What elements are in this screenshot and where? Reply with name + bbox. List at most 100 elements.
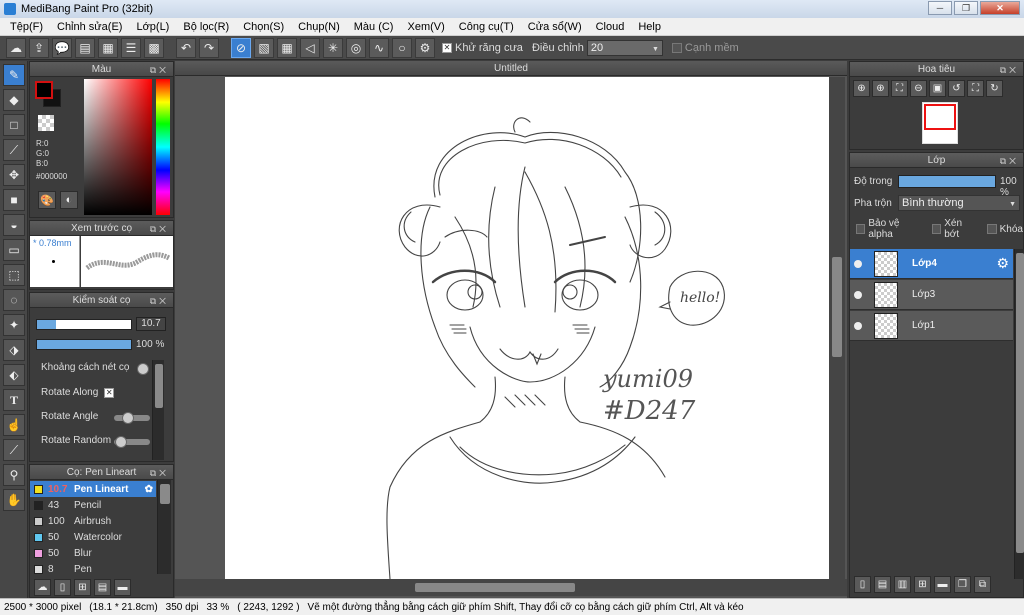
new-8bit-layer-icon[interactable]: ▥ — [894, 576, 911, 593]
panel-popout-icon[interactable]: ⧉✕ — [150, 63, 169, 78]
document-tab[interactable]: Untitled — [175, 61, 847, 76]
radial-snap-icon[interactable]: ✳ — [323, 37, 343, 58]
close-button[interactable]: ✕ — [980, 1, 1020, 15]
select-tool-icon[interactable]: ⬚ — [3, 264, 25, 286]
new-layer-icon[interactable]: ▯ — [854, 576, 871, 593]
brush-size-slider[interactable] — [36, 319, 132, 330]
panel-popout-icon[interactable]: ⧉✕ — [150, 222, 169, 237]
protect-alpha-option[interactable]: Bảo vệ alpha — [856, 218, 922, 240]
drawing-canvas[interactable]: hello! yumi09 #D247 — [225, 77, 829, 580]
menu-window[interactable]: Cửa sổ(W) — [521, 21, 589, 33]
clip-checkbox[interactable] — [931, 224, 942, 234]
hue-slider[interactable] — [156, 79, 170, 215]
comment-icon[interactable]: 💬 — [52, 37, 72, 58]
menu-select[interactable]: Chọn(S) — [236, 21, 291, 33]
layer-row[interactable]: Lớp3 — [850, 280, 1013, 310]
brush-item[interactable]: 8 Pen — [30, 561, 156, 577]
eraser-tool-icon[interactable]: ◆ — [3, 89, 25, 111]
hand-tool-icon[interactable]: ✋ — [3, 489, 25, 511]
layer-row[interactable]: Lớp1 — [850, 311, 1013, 341]
canvas-vscroll-thumb[interactable] — [832, 257, 842, 357]
menu-layer[interactable]: Lớp(L) — [129, 21, 176, 33]
panel-popout-icon[interactable]: ⧉✕ — [150, 294, 169, 309]
palette-icon[interactable]: 🎨 — [38, 191, 56, 209]
redo-icon[interactable]: ↷ — [199, 37, 219, 58]
menu-edit[interactable]: Chỉnh sửa(E) — [50, 21, 129, 33]
parallel-snap-icon[interactable]: ▧ — [254, 37, 274, 58]
spacing-knob[interactable] — [137, 363, 149, 375]
layer-panel-icon[interactable]: ▦ — [98, 37, 118, 58]
add-brush-icon[interactable]: ⊞ — [74, 578, 91, 596]
canvas-horizontal-scrollbar[interactable] — [175, 579, 847, 596]
rotate-angle-knob[interactable] — [122, 412, 134, 424]
curve-snap-icon[interactable]: ∿ — [369, 37, 389, 58]
layer-visibility-icon[interactable] — [854, 290, 862, 299]
bucket-tool-icon[interactable]: ◒ — [3, 214, 25, 236]
adjust-select[interactable]: 20 — [586, 39, 663, 57]
brush-item[interactable]: 43 Pencil — [30, 497, 156, 513]
page-list-icon[interactable]: ☰ — [121, 37, 141, 58]
eyedropper-tool-icon[interactable]: ⚲ — [3, 464, 25, 486]
comic-icon[interactable]: ▤ — [75, 37, 95, 58]
gradient-tool-icon[interactable]: ▭ — [3, 239, 25, 261]
actual-size-icon[interactable]: ▣ — [929, 80, 946, 97]
operation-tool-icon[interactable]: ☝ — [3, 414, 25, 436]
antialias-option[interactable]: ✕ Khử răng cưa — [442, 42, 523, 54]
menu-snap[interactable]: Chụp(N) — [291, 21, 347, 33]
concentric-snap-icon[interactable]: ◎ — [346, 37, 366, 58]
menu-help[interactable]: Help — [631, 21, 668, 33]
menu-view[interactable]: Xem(V) — [400, 21, 451, 33]
layer-list-scrollbar[interactable] — [1014, 249, 1024, 579]
brush-cloud-icon[interactable]: ☁ — [34, 578, 51, 596]
layer-settings-icon[interactable]: ⚙ — [996, 255, 1009, 272]
brush-item[interactable]: 10.7 Pen Lineart ✿ — [30, 481, 156, 497]
lock-option[interactable]: Khóa — [986, 218, 1023, 240]
rotate-random-knob[interactable] — [115, 436, 127, 448]
brush-item[interactable]: 50 Blur — [30, 545, 156, 561]
antialias-checkbox[interactable]: ✕ — [442, 42, 452, 53]
layer-list-scroll-thumb[interactable] — [1016, 253, 1024, 553]
navigator-viewport-frame[interactable] — [924, 104, 956, 130]
select-eraser-tool-icon[interactable]: ⬖ — [3, 364, 25, 386]
fit-screen-icon[interactable]: ⛶ — [967, 80, 984, 97]
lock-checkbox[interactable] — [986, 224, 997, 234]
brush-control-scroll-thumb[interactable] — [155, 364, 163, 408]
minimize-button[interactable]: ─ — [928, 1, 952, 15]
menu-filter[interactable]: Bộ lọc(R) — [176, 21, 236, 33]
navigator-thumbnail[interactable] — [922, 102, 958, 144]
grid-layout-icon[interactable]: ▩ — [144, 37, 164, 58]
zoom-in-icon[interactable]: ⊕ — [853, 80, 870, 97]
brush-control-scrollbar[interactable] — [152, 360, 164, 460]
maximize-button[interactable]: ❐ — [954, 1, 978, 15]
brush-settings-icon[interactable]: ✿ — [145, 484, 153, 495]
zoom-out-icon[interactable]: ⊖ — [910, 80, 927, 97]
divide-tool-icon[interactable]: ⟋ — [3, 439, 25, 461]
smooth-edge-checkbox[interactable] — [671, 42, 682, 53]
panel-popout-icon[interactable]: ⧉✕ — [150, 466, 169, 481]
smooth-edge-option[interactable]: Cạnh mềm — [671, 42, 739, 54]
brush-item[interactable]: 50 Watercolor — [30, 529, 156, 545]
merge-layer-icon[interactable]: ⧉ — [974, 576, 991, 593]
hex-value[interactable]: #000000 — [36, 172, 67, 181]
rotate-right-icon[interactable]: ↻ — [986, 80, 1003, 97]
layer-row[interactable]: Lớp4 ⚙ — [850, 249, 1013, 279]
magic-wand-tool-icon[interactable]: ✦ — [3, 314, 25, 336]
brush-opacity-slider[interactable] — [36, 339, 132, 350]
brush-list-scrollbar[interactable] — [157, 480, 171, 574]
rotate-left-icon[interactable]: ↺ — [948, 80, 965, 97]
zoom-fit-icon[interactable]: ⛶ — [891, 80, 908, 97]
transparent-color-swatch[interactable] — [38, 115, 54, 131]
layer-opacity-slider[interactable] — [898, 175, 996, 188]
select-pen-tool-icon[interactable]: ⬗ — [3, 339, 25, 361]
add-layer-menu-icon[interactable]: ⊞ — [914, 576, 931, 593]
saturation-value-picker[interactable] — [84, 79, 152, 215]
layer-visibility-icon[interactable] — [854, 321, 862, 330]
panel-popout-icon[interactable]: ⧉✕ — [1000, 63, 1019, 78]
fg-bg-swatch[interactable] — [35, 81, 61, 107]
new-halftone-layer-icon[interactable]: ▤ — [874, 576, 891, 593]
brush-tool-icon[interactable]: ✎ — [3, 64, 25, 86]
protect-alpha-checkbox[interactable] — [856, 224, 866, 234]
share-icon[interactable]: ⇪ — [29, 37, 49, 58]
layer-folder-icon[interactable]: ▬ — [934, 576, 951, 593]
brush-size-value[interactable]: 10.7 — [136, 317, 166, 331]
